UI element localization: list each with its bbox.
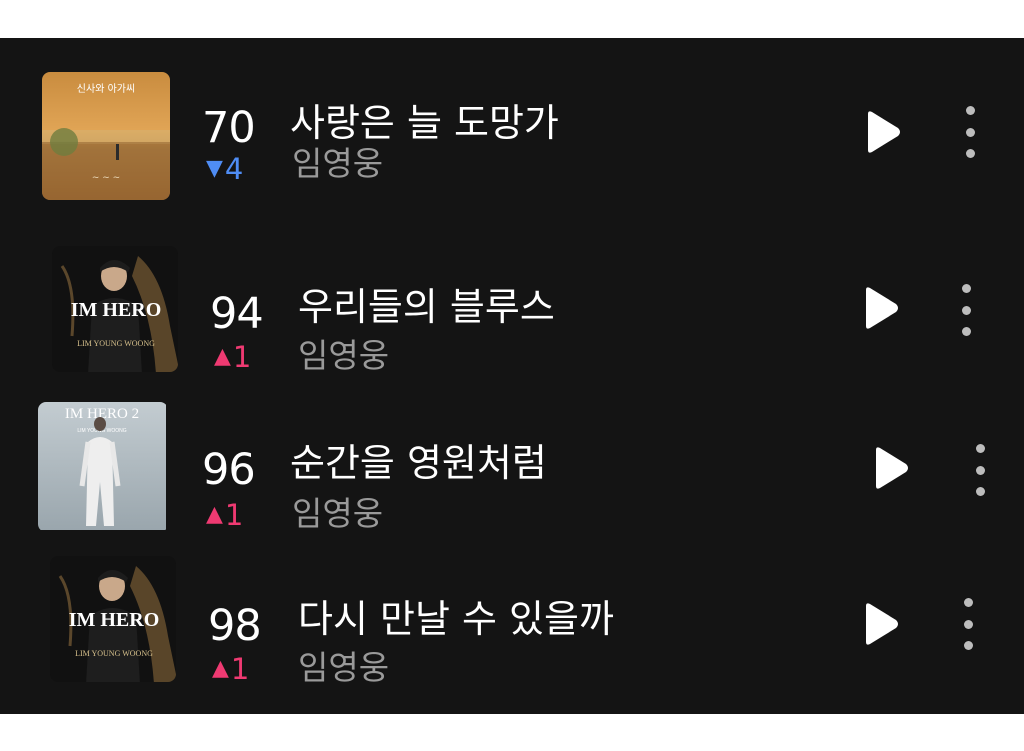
more-vertical-icon [963,598,973,607]
song-row[interactable]: IM HERO LIM YOUNG WOONG 98 다시 만날 수 있을까 ▲… [0,542,1024,692]
arrow-up-icon: ▲ [214,344,231,369]
more-options-button[interactable] [958,598,978,650]
svg-text:LIM YOUNG WOONG: LIM YOUNG WOONG [77,339,155,348]
album-cover[interactable]: IM HERO LIM YOUNG WOONG [50,556,176,682]
arrow-up-icon: ▲ [212,656,229,681]
song-row[interactable]: 신사와 아가씨 ~ ~ ~ 70 사랑은 늘 도망가 ▼ 4 임영웅 [0,58,1024,208]
album-art-im-hero: IM HERO LIM YOUNG WOONG [52,246,178,372]
rank-change-value: 1 [230,652,250,686]
play-icon [868,111,900,153]
svg-text:LIM YOUNG WOONG: LIM YOUNG WOONG [75,649,153,658]
album-art-sunset: 신사와 아가씨 ~ ~ ~ [42,72,170,200]
cover-title-text: 신사와 아가씨 [77,83,135,95]
artist-name[interactable]: 임영웅 [298,336,389,376]
album-cover[interactable]: 신사와 아가씨 ~ ~ ~ [42,72,170,200]
artist-name[interactable]: 임영웅 [298,648,389,688]
rank-change-value: 4 [224,152,244,186]
play-icon [866,287,898,329]
song-title[interactable]: 우리들의 블루스 [298,284,555,330]
rank-change: ▲ 1 [206,498,243,532]
song-title[interactable]: 사랑은 늘 도망가 [290,100,559,146]
chart-list: 신사와 아가씨 ~ ~ ~ 70 사랑은 늘 도망가 ▼ 4 임영웅 IM HE… [0,38,1024,714]
album-art-im-hero-2: IM HERO 2 LIM YOUNG WOONG [38,402,166,530]
arrow-down-icon: ▼ [206,156,223,181]
cover-title-text: IM HERO [69,609,160,631]
song-row[interactable]: IM HERO 2 LIM YOUNG WOONG 96 순간을 영원처럼 ▲ … [0,390,1024,540]
play-icon [866,603,898,645]
svg-text:~ ~ ~: ~ ~ ~ [92,173,120,183]
rank-number: 98 [208,601,262,651]
more-options-button[interactable] [970,444,990,496]
album-cover[interactable]: IM HERO LIM YOUNG WOONG [52,246,178,372]
rank-change-value: 1 [224,498,244,532]
cover-title-text: IM HERO [71,299,162,321]
more-options-button[interactable] [960,106,980,158]
more-options-button[interactable] [956,284,976,336]
more-vertical-icon [965,106,975,115]
album-cover[interactable]: IM HERO 2 LIM YOUNG WOONG [38,402,168,532]
artist-name[interactable]: 임영웅 [292,494,383,534]
artist-name[interactable]: 임영웅 [292,144,383,184]
song-row[interactable]: IM HERO LIM YOUNG WOONG 94 우리들의 블루스 ▲ 1 … [0,232,1024,382]
rank-change: ▲ 1 [212,652,249,686]
play-button[interactable] [864,108,904,156]
rank-change: ▼ 4 [206,152,243,186]
play-button[interactable] [872,444,912,492]
song-title[interactable]: 다시 만날 수 있을까 [298,596,614,642]
rank-number: 94 [210,289,264,339]
play-button[interactable] [862,600,902,648]
arrow-up-icon: ▲ [206,502,223,527]
more-vertical-icon [975,444,985,453]
rank-change-value: 1 [232,340,252,374]
song-title[interactable]: 순간을 영원처럼 [290,440,547,486]
album-art-im-hero: IM HERO LIM YOUNG WOONG [50,556,176,682]
rank-number: 96 [202,445,256,495]
rank-number: 70 [202,103,256,153]
play-icon [876,447,908,489]
more-vertical-icon [961,284,971,293]
rank-change: ▲ 1 [214,340,251,374]
play-button[interactable] [862,284,902,332]
